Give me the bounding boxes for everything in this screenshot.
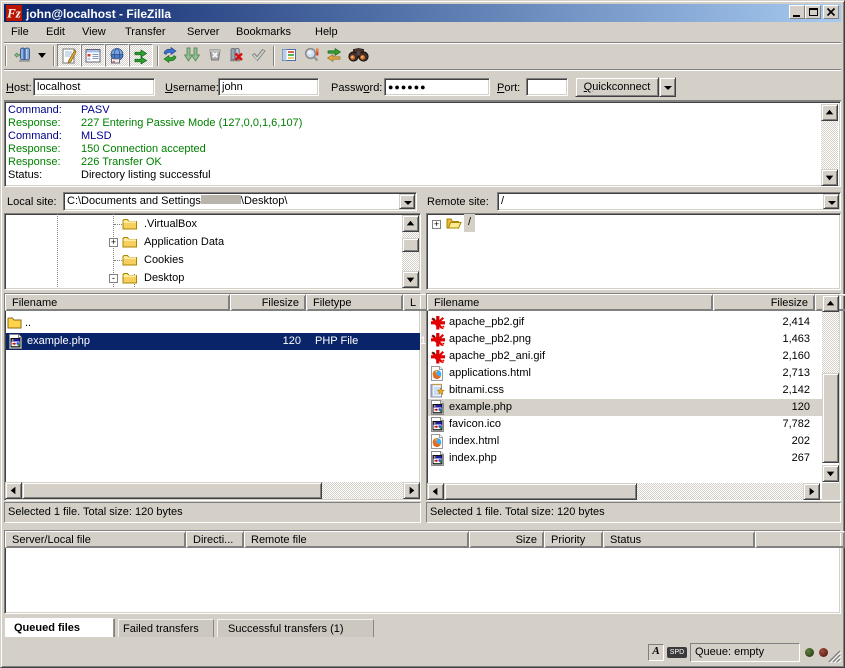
svg-text:Fz: Fz: [6, 6, 22, 21]
